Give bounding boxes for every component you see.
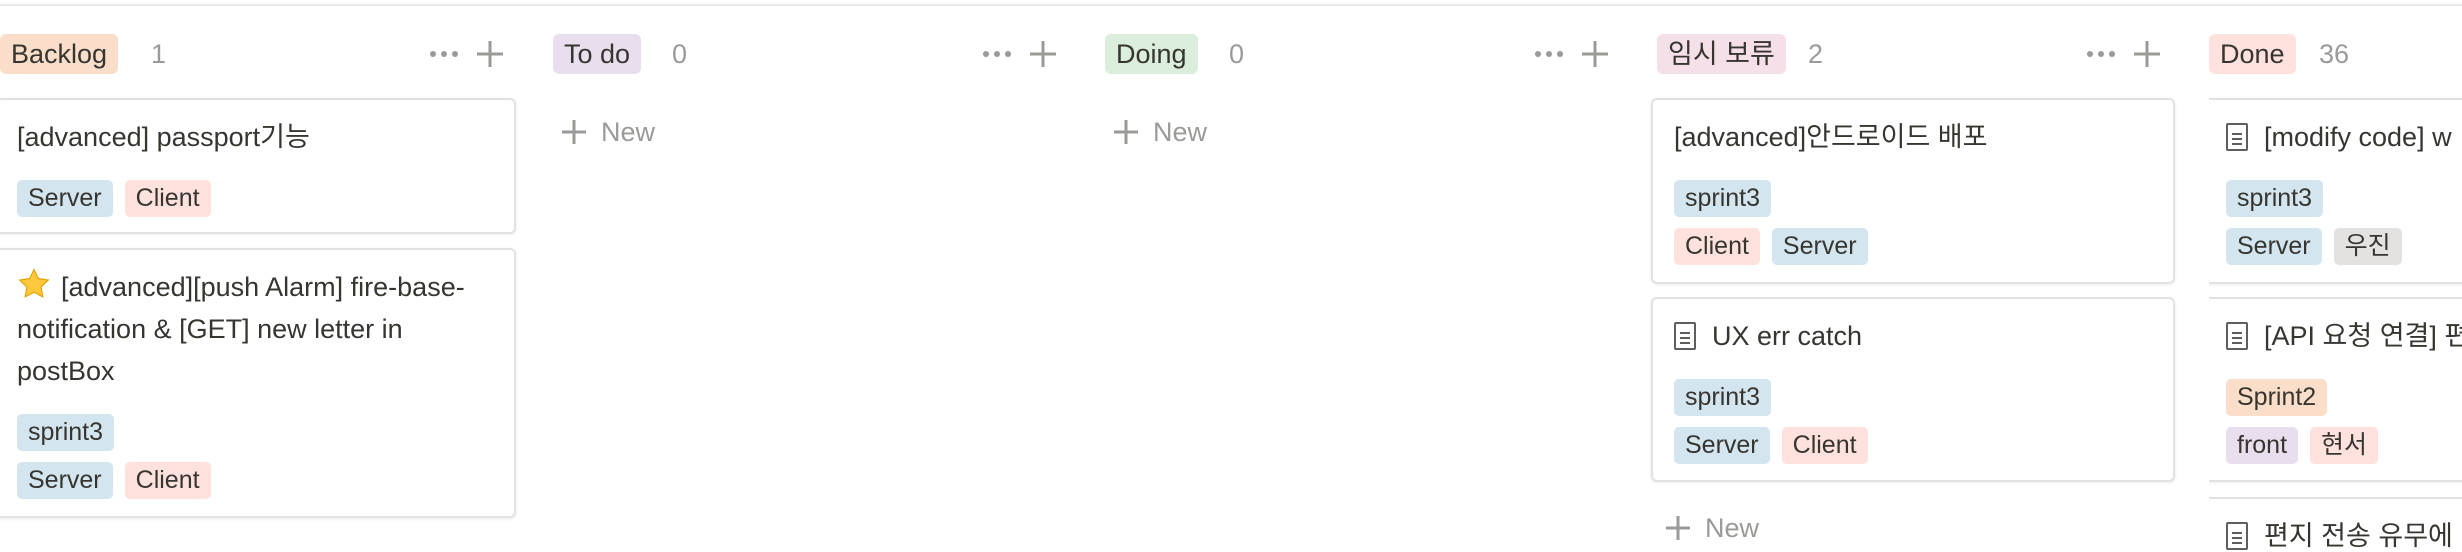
card-title: [advanced] passport기능 [17,122,310,152]
board-card[interactable]: [advanced] passport기능 Server Client [0,98,516,234]
column-count: 2 [1808,39,1824,69]
column-backlog: Backlog 1 [advanced] passport기능 Server C… [0,0,520,552]
tag-row: Server 우진 [2226,228,2402,265]
tag-row: Server Client [1674,427,1868,464]
plus-icon [1665,515,1691,541]
new-card-button[interactable]: New [1113,112,1207,152]
column-header: Doing 0 [1105,34,1625,74]
tag-sprint: sprint3 [1674,180,1772,217]
board-card[interactable]: [modify code] w sprint3 Server 우진 [2209,98,2462,284]
tag-sprint: sprint3 [1674,379,1772,416]
tag-client: Client [1781,427,1868,464]
column-header: To do 0 [553,34,1073,74]
tag-server: Server [1674,427,1770,464]
add-card-icon[interactable] [472,36,508,72]
tag-row: sprint3 [2226,180,2324,217]
more-options-icon[interactable] [1531,34,1567,74]
more-options-icon[interactable] [979,34,1015,74]
new-card-button[interactable]: New [1665,508,1759,548]
card-title: [advanced][push Alarm] fire-base-notific… [17,266,504,392]
tag-sprint: Sprint2 [2226,379,2328,416]
add-card-icon[interactable] [1577,36,1613,72]
card-title: 편지 전송 유무에 대 [2226,515,2462,552]
tag-client: Client [124,180,211,217]
kanban-board: Backlog 1 [advanced] passport기능 Server C… [0,0,2462,552]
card-title: [API 요청 연결] 편 [2226,315,2462,357]
tag-server: Server [1771,228,1868,265]
tag-sprint: sprint3 [17,414,115,451]
page-icon [2226,123,2248,151]
column-todo: To do 0 New [553,0,1073,552]
new-card-button[interactable]: New [561,112,655,152]
tag-row: sprint3 [17,414,115,451]
tag-client: Client [124,462,211,499]
column-title[interactable]: 임시 보류 [1657,34,1786,74]
tag-row: Server Client [17,180,211,217]
tag-row: Sprint2 [2226,379,2328,416]
column-count: 0 [672,39,688,69]
tag-row: Server Client [17,462,211,499]
column-header: Done 36 [2209,34,2462,74]
board-card[interactable]: [advanced][push Alarm] fire-base-notific… [0,248,516,518]
column-title[interactable]: Doing [1105,34,1198,74]
tag-server: Server [17,462,113,499]
tag-server: Server [17,180,113,217]
tag-client: Client [1674,228,1760,265]
page-icon [1674,322,1696,350]
add-card-icon[interactable] [1025,36,1061,72]
plus-icon [1113,119,1139,145]
column-header: 임시 보류 2 [1657,34,2177,74]
tag-sprint: sprint3 [2226,180,2324,217]
add-card-icon[interactable] [2129,36,2165,72]
board-card[interactable]: [advanced]안드로이드 배포 sprint3 Client Server [1651,98,2175,284]
star-icon [18,268,50,298]
column-on-hold: 임시 보류 2 [advanced]안드로이드 배포 sprint3 Clien… [1651,0,2177,552]
tag-assignee: 현서 [2310,427,2379,464]
more-options-icon[interactable] [2083,34,2119,74]
board-card[interactable]: 편지 전송 유무에 대 [2209,497,2462,552]
card-title: [advanced]안드로이드 배포 [1674,122,1988,152]
more-options-icon[interactable] [426,34,462,74]
tag-row: Client Server [1674,228,1868,265]
tag-assignee: 우진 [2333,228,2402,265]
column-count: 0 [1229,39,1245,69]
page-icon [2226,522,2248,550]
column-done: Done 36 [modify code] w sprint3 Server 우… [2209,0,2462,552]
column-header: Backlog 1 [0,34,520,74]
board-card[interactable]: [API 요청 연결] 편 Sprint2 front 현서 [2209,297,2462,482]
board-card[interactable]: UX err catch sprint3 Server Client [1651,297,2175,482]
card-title: UX err catch [1674,315,2163,357]
column-count: 36 [2319,39,2350,69]
page-icon [2226,322,2248,350]
tag-server: Server [2226,228,2322,265]
plus-icon [561,119,587,145]
tag-front: front [2226,427,2299,464]
card-title: [modify code] w [2226,116,2462,158]
column-title[interactable]: Backlog [0,34,119,74]
column-title[interactable]: To do [553,34,642,74]
column-doing: Doing 0 New [1105,0,1625,552]
column-count: 1 [151,39,167,69]
column-title[interactable]: Done [2209,34,2296,74]
tag-row: sprint3 [1674,180,1772,217]
tag-row: sprint3 [1674,379,1772,416]
tag-row: front 현서 [2226,427,2379,464]
